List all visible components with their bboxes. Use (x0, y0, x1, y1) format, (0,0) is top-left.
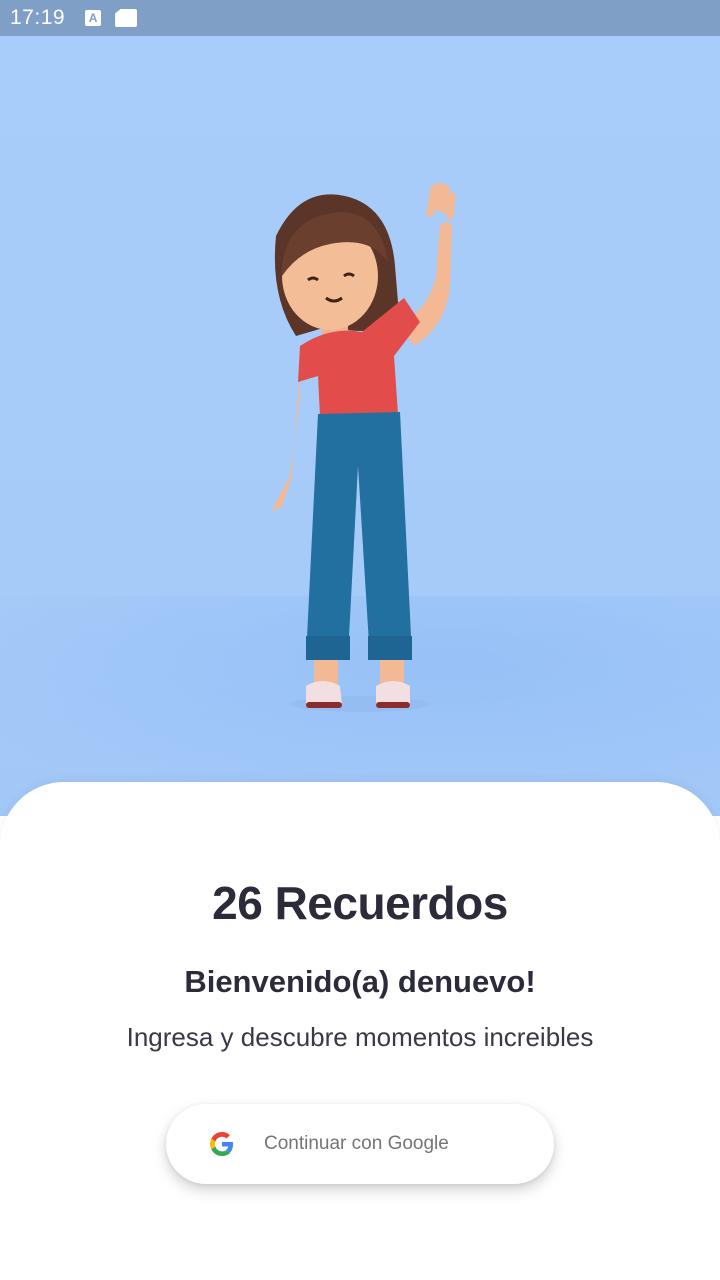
text-a-icon: A (85, 10, 102, 26)
app-title: 26 Recuerdos (212, 877, 508, 929)
hero-illustration-area (0, 36, 720, 816)
welcome-description: Ingresa y descubre momentos increibles (126, 1022, 594, 1052)
continue-with-google-button[interactable]: Continuar con Google (166, 1104, 554, 1184)
sd-card-icon (115, 9, 138, 27)
welcome-heading: Bienvenido(a) denuevo! (184, 964, 536, 999)
google-g-icon (210, 1132, 234, 1156)
status-bar: 17:19 A (0, 0, 720, 36)
google-button-label: Continuar con Google (264, 1133, 449, 1154)
waving-woman-illustration (272, 182, 456, 712)
status-time: 17:19 (10, 6, 66, 29)
